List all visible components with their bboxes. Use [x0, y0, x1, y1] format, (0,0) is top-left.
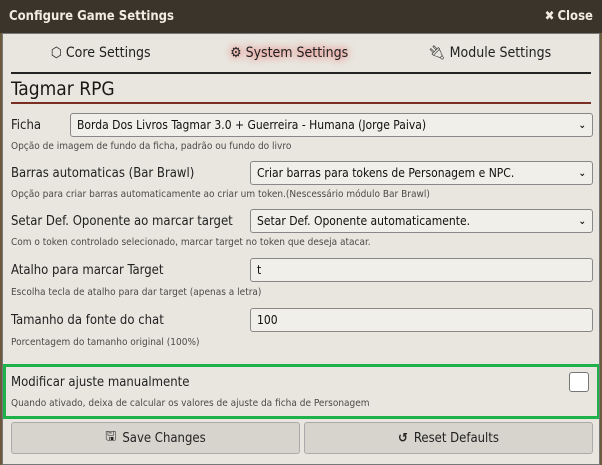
chevron-down-icon: ⌄	[578, 215, 586, 227]
setting-hint: Com o token controlado selecionado, marc…	[11, 237, 371, 248]
highlighted-setting: Modificar ajuste manualmente Quando ativ…	[3, 364, 599, 419]
setting-hint: Quando ativado, deixa de calcular os val…	[11, 398, 370, 409]
manual-adjust-checkbox[interactable]	[569, 372, 589, 392]
window-title: Configure Game Settings	[9, 9, 174, 24]
setting-hint: Porcentagem do tamanho original (100%)	[11, 337, 200, 348]
close-button[interactable]: ✖ Close	[545, 9, 593, 24]
setting-hint: Escolha tecla de atalho para dar target …	[11, 287, 262, 298]
setting-label: Atalho para marcar Target	[11, 262, 164, 278]
setting-label: Ficha	[11, 117, 42, 133]
tab-core-settings[interactable]: ⬡ Core Settings	[51, 45, 151, 61]
tab-bar: ⬡ Core Settings ⚙ System Settings 🔌︎ Module…	[11, 34, 591, 74]
setting-atalho-target: Atalho para marcar Target t Escolha tecl…	[9, 254, 593, 304]
setting-hint: Opção de imagem de fundo da ficha, padrã…	[11, 141, 292, 152]
font-size-input[interactable]: 100	[250, 308, 593, 332]
chevron-down-icon: ⌄	[578, 119, 586, 131]
gears-icon: ⚙	[230, 45, 242, 61]
save-changes-button[interactable]: 🖫 Save Changes	[11, 422, 300, 454]
chevron-down-icon: ⌄	[578, 167, 586, 179]
setting-label: Modificar ajuste manualmente	[11, 374, 190, 390]
setting-def-oponente: Setar Def. Oponente ao marcar target Set…	[9, 206, 593, 254]
window-header: Configure Game Settings ✖ Close	[0, 0, 602, 33]
setting-hint: Opção para criar barras automaticamente …	[11, 189, 430, 200]
footer: 🖫 Save Changes ↺ Reset Defaults	[11, 422, 593, 454]
bar-brawl-select[interactable]: Criar barras para tokens de Personagem e…	[250, 161, 593, 185]
reset-defaults-button[interactable]: ↺ Reset Defaults	[304, 422, 593, 454]
select-value: Borda Dos Livros Tagmar 3.0 + Guerreira …	[77, 118, 427, 132]
section-title: Tagmar RPG	[11, 78, 591, 104]
atalho-target-input[interactable]: t	[250, 258, 593, 282]
setting-bar-brawl: Barras automaticas (Bar Brawl) Criar bar…	[9, 158, 593, 206]
setting-font-size: Tamanho da fonte do chat 100 Porcentagem…	[9, 304, 593, 354]
setting-label: Setar Def. Oponente ao marcar target	[11, 213, 233, 229]
setting-label: Barras automaticas (Bar Brawl)	[11, 165, 195, 181]
d20-icon: ⬡	[50, 45, 62, 61]
def-oponente-select[interactable]: Setar Def. Oponente automaticamente. ⌄	[250, 209, 593, 233]
close-icon: ✖	[544, 9, 555, 24]
undo-icon: ↺	[398, 430, 408, 446]
plug-icon: 🔌︎	[427, 45, 446, 61]
setting-ficha: Ficha Borda Dos Livros Tagmar 3.0 + Guer…	[9, 110, 593, 158]
ficha-select[interactable]: Borda Dos Livros Tagmar 3.0 + Guerreira …	[70, 113, 593, 137]
select-value: Criar barras para tokens de Personagem e…	[257, 166, 515, 180]
settings-window: ⬡ Core Settings ⚙ System Settings 🔌︎ Module…	[2, 33, 600, 465]
select-value: Setar Def. Oponente automaticamente.	[257, 214, 471, 228]
tab-module-settings[interactable]: 🔌︎ Module Settings	[428, 45, 551, 61]
tab-system-settings[interactable]: ⚙ System Settings	[230, 45, 348, 61]
setting-label: Tamanho da fonte do chat	[11, 312, 164, 328]
save-icon: 🖫	[105, 429, 117, 444]
